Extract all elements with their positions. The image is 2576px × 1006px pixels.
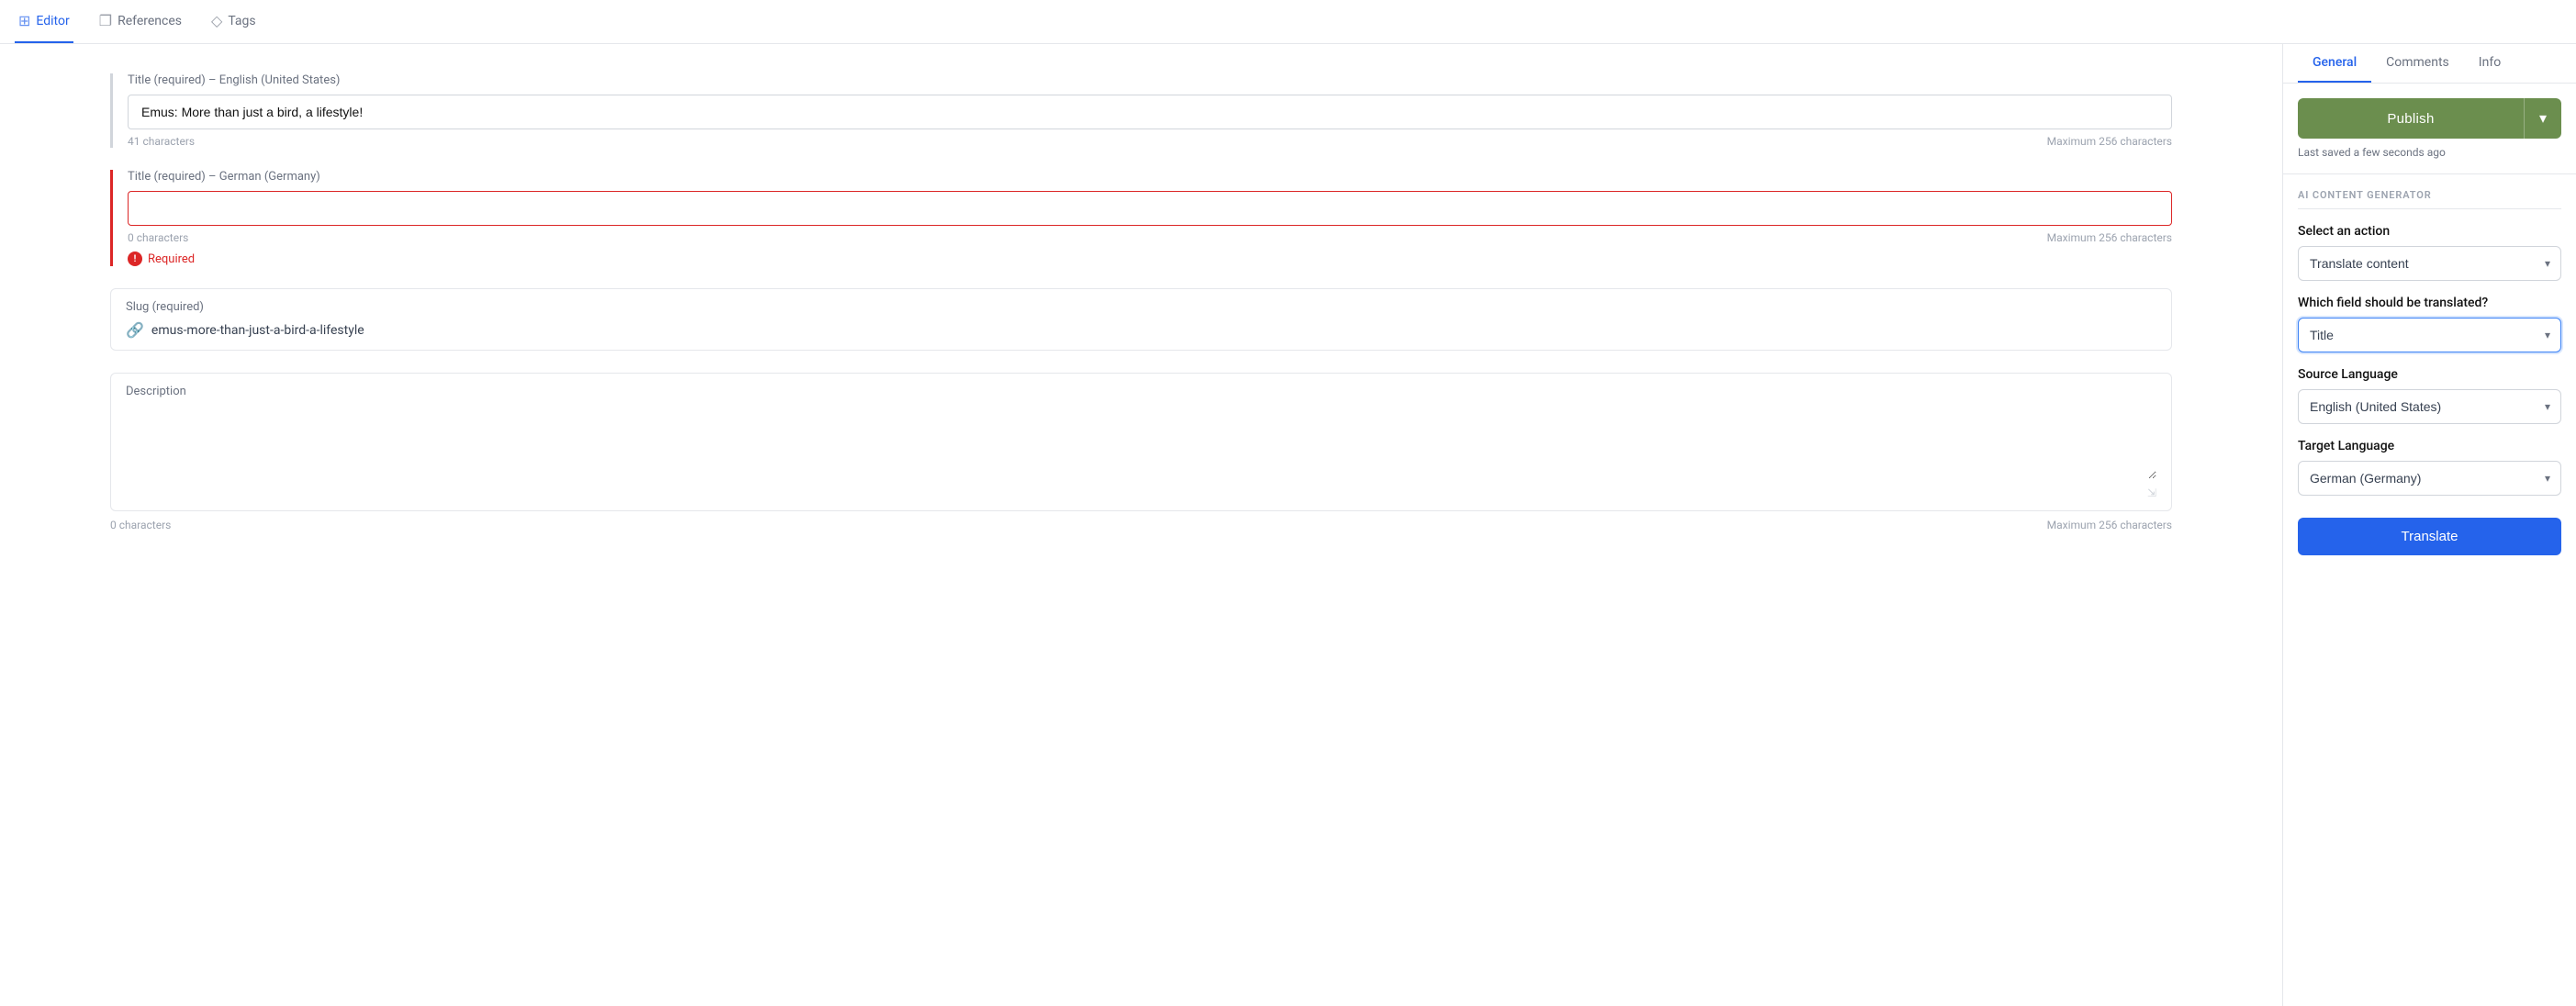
- tab-editor-label: Editor: [36, 14, 69, 28]
- saved-text: Last saved a few seconds ago: [2298, 146, 2561, 159]
- title-de-label: Title (required) – German (Germany): [128, 170, 2172, 184]
- publish-btn-row: Publish ▾: [2298, 98, 2561, 139]
- error-icon: !: [128, 252, 142, 266]
- target-language-dropdown[interactable]: German (Germany): [2298, 461, 2561, 496]
- required-label: Required: [148, 252, 195, 266]
- link-icon: 🔗: [126, 321, 144, 339]
- tab-comments[interactable]: Comments: [2371, 44, 2464, 83]
- tab-general[interactable]: General: [2298, 44, 2371, 83]
- editor-area: Title (required) – English (United State…: [0, 44, 2282, 1006]
- description-section: Description ⇲: [110, 373, 2172, 511]
- title-en-group: Title (required) – English (United State…: [110, 73, 2172, 148]
- main-layout: Title (required) – English (United State…: [0, 44, 2576, 1006]
- title-en-input[interactable]: [128, 95, 2172, 129]
- tab-editor[interactable]: ⊞ Editor: [15, 0, 73, 43]
- title-en-max: Maximum 256 characters: [2047, 135, 2172, 148]
- slug-value[interactable]: emus-more-than-just-a-bird-a-lifestyle: [151, 323, 364, 338]
- tab-info[interactable]: Info: [2464, 44, 2515, 83]
- sidebar-tabs: General Comments Info: [2283, 44, 2576, 84]
- description-max: Maximum 256 characters: [2047, 519, 2172, 531]
- which-field-label: Which field should be translated?: [2298, 296, 2561, 310]
- title-en-section: Title (required) – English (United State…: [110, 73, 2172, 148]
- description-char-row: 0 characters Maximum 256 characters: [110, 519, 2172, 531]
- title-de-chars: 0 characters: [128, 231, 188, 244]
- target-language-wrapper: German (Germany) ▾: [2298, 461, 2561, 496]
- ai-section-title: AI CONTENT GENERATOR: [2298, 189, 2561, 209]
- title-en-label: Title (required) – English (United State…: [128, 73, 2172, 87]
- publish-area: Publish ▾ Last saved a few seconds ago: [2283, 84, 2576, 174]
- title-de-group: Title (required) – German (Germany) 0 ch…: [110, 170, 2172, 266]
- publish-dropdown-button[interactable]: ▾: [2524, 98, 2561, 139]
- title-de-input[interactable]: [128, 191, 2172, 226]
- which-field-dropdown[interactable]: Title: [2298, 318, 2561, 352]
- title-de-section: Title (required) – German (Germany) 0 ch…: [110, 170, 2172, 266]
- right-sidebar: General Comments Info Publish ▾ Last sav…: [2282, 44, 2576, 1006]
- publish-dropdown-icon: ▾: [2539, 111, 2547, 127]
- slug-section: Slug (required) 🔗 emus-more-than-just-a-…: [110, 288, 2172, 351]
- select-action-dropdown[interactable]: Translate content: [2298, 246, 2561, 281]
- resize-handle: ⇲: [126, 486, 2156, 499]
- top-nav: ⊞ Editor ❐ References ◇ Tags: [0, 0, 2576, 44]
- title-en-chars: 41 characters: [128, 135, 195, 148]
- title-en-char-row: 41 characters Maximum 256 characters: [128, 135, 2172, 148]
- tags-icon: ◇: [211, 12, 222, 29]
- tab-references-label: References: [118, 14, 182, 28]
- select-action-label: Select an action: [2298, 224, 2561, 239]
- target-language-label: Target Language: [2298, 439, 2561, 453]
- slug-label: Slug (required): [126, 300, 2156, 314]
- slug-input-row: 🔗 emus-more-than-just-a-bird-a-lifestyle: [126, 321, 2156, 339]
- publish-button[interactable]: Publish: [2298, 98, 2524, 139]
- required-error: ! Required: [128, 252, 2172, 266]
- tab-tags[interactable]: ◇ Tags: [207, 0, 260, 43]
- select-action-wrapper: Translate content ▾: [2298, 246, 2561, 281]
- ai-section: AI CONTENT GENERATOR Select an action Tr…: [2283, 174, 2576, 1006]
- description-chars: 0 characters: [110, 519, 171, 531]
- source-language-dropdown[interactable]: English (United States): [2298, 389, 2561, 424]
- description-label: Description: [126, 385, 2156, 398]
- which-field-wrapper: Title ▾: [2298, 318, 2561, 352]
- title-de-max: Maximum 256 characters: [2047, 231, 2172, 244]
- translate-button[interactable]: Translate: [2298, 518, 2561, 555]
- references-icon: ❐: [99, 12, 112, 29]
- title-de-char-row: 0 characters Maximum 256 characters: [128, 231, 2172, 244]
- source-language-label: Source Language: [2298, 367, 2561, 382]
- description-textarea[interactable]: [126, 406, 2156, 479]
- tab-tags-label: Tags: [228, 14, 255, 28]
- tab-references[interactable]: ❐ References: [95, 0, 185, 43]
- editor-icon: ⊞: [18, 12, 30, 29]
- source-language-wrapper: English (United States) ▾: [2298, 389, 2561, 424]
